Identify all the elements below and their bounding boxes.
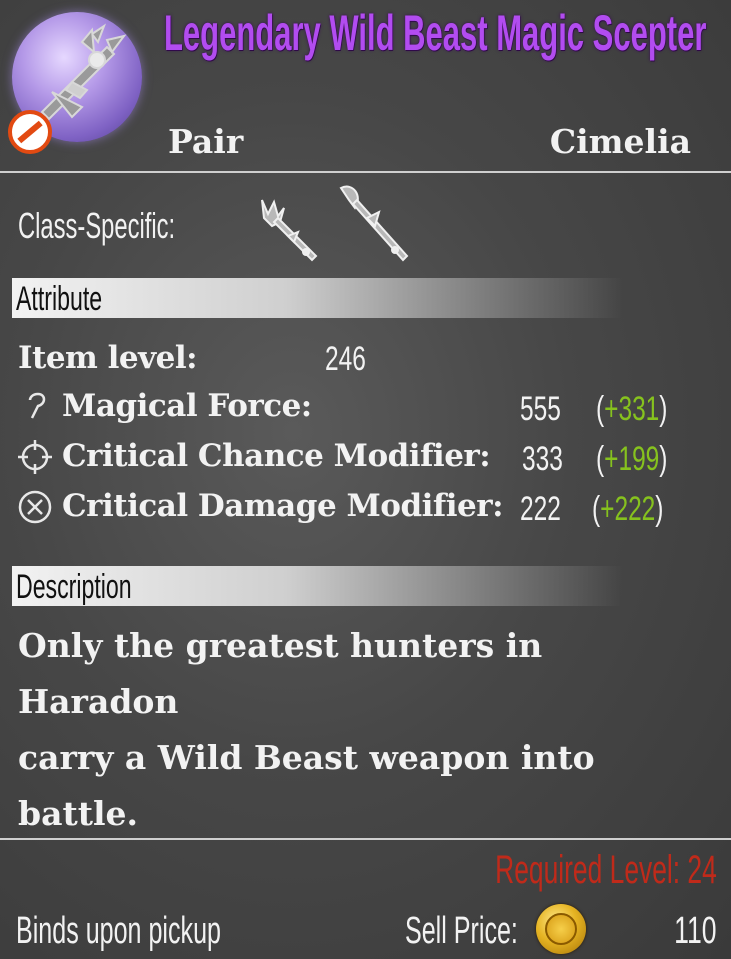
attribute-heading: Attribute: [16, 280, 103, 318]
staff-icon: [28, 392, 46, 419]
class-specific-label: Class-Specific:: [18, 205, 176, 246]
description-text: Only the greatest hunters in Haradon car…: [18, 618, 708, 842]
attribute-section-header: Attribute: [12, 278, 622, 318]
description-section-header: Description: [12, 566, 622, 606]
critical-chance-value: 333: [522, 440, 563, 478]
critical-chance-label: Critical Chance Modifier:: [62, 438, 491, 474]
footer-divider: [0, 838, 731, 840]
no-entry-icon: [8, 110, 52, 154]
trident-icon: [261, 199, 318, 262]
binds-text: Binds upon pickup: [16, 910, 221, 952]
description-line-2: carry a Wild Beast weapon into battle.: [18, 738, 595, 833]
item-level-value: 246: [325, 340, 366, 378]
required-level: Required Level: 24: [495, 848, 717, 892]
circled-x-icon: [18, 490, 52, 524]
item-title: Legendary Wild Beast Magic Scepter: [164, 5, 707, 61]
description-line-1: Only the greatest hunters in Haradon: [18, 626, 543, 721]
header-divider: [0, 171, 731, 173]
blade-staff-icon: [339, 185, 409, 262]
critical-damage-value: 222: [520, 490, 561, 528]
gold-coin-icon: [536, 904, 586, 954]
crosshair-icon: [18, 440, 52, 474]
critical-damage-bonus: (+222): [592, 490, 664, 528]
critical-damage-label: Critical Damage Modifier:: [62, 488, 504, 524]
critical-chance-bonus: (+199): [596, 440, 668, 478]
sell-price-value: 110: [674, 910, 717, 952]
item-level-label: Item level:: [18, 340, 198, 376]
sell-price-label: Sell Price:: [405, 910, 518, 952]
magical-force-value: 555: [520, 390, 561, 428]
description-heading: Description: [16, 568, 132, 606]
magical-force-bonus: (+331): [596, 390, 668, 428]
magical-force-label: Magical Force:: [62, 388, 312, 424]
rarity-label: Cimelia: [549, 122, 691, 161]
pair-label: Pair: [168, 122, 244, 161]
